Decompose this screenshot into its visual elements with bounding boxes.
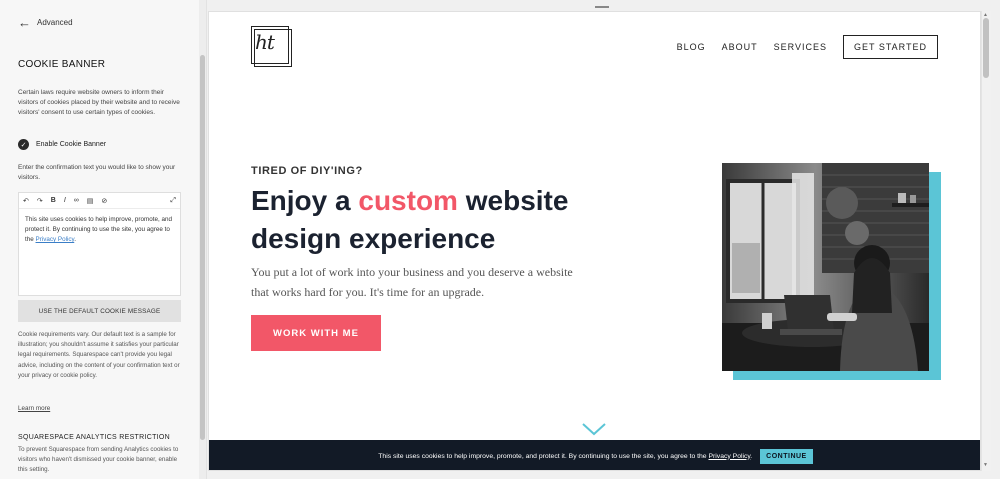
preview-scrollbar-thumb[interactable]: [983, 18, 989, 78]
confirmation-prompt: Enter the confirmation text you would li…: [18, 164, 176, 182]
legal-note: Cookie requirements vary. Our default te…: [18, 331, 180, 379]
expand-icon[interactable]: ⤢: [170, 197, 176, 205]
analytics-restriction-title: SQUARESPACE ANALYTICS RESTRICTION: [18, 434, 171, 441]
logo-text: ht: [255, 30, 275, 54]
panel-scrollbar-thumb[interactable]: [200, 55, 205, 440]
enable-cookie-banner-toggle[interactable]: ✓ Enable Cookie Banner: [18, 139, 106, 150]
checkmark-icon: ✓: [18, 139, 29, 150]
scroll-up-arrow-icon[interactable]: ▲: [983, 12, 988, 18]
editor-content[interactable]: This site uses cookies to help improve, …: [19, 209, 180, 251]
use-default-message-button[interactable]: USE THE DEFAULT COOKIE MESSAGE: [18, 300, 181, 322]
bold-icon[interactable]: B: [51, 197, 56, 204]
cookie-banner: This site uses cookies to help improve, …: [209, 440, 980, 470]
back-label: Advanced: [37, 18, 73, 27]
link-icon[interactable]: ∞: [74, 197, 79, 204]
clear-format-icon[interactable]: ▤: [87, 197, 94, 205]
editor-text-end: .: [74, 236, 76, 244]
nav-services[interactable]: SERVICES: [774, 42, 827, 52]
arrow-left-icon: ←: [18, 15, 31, 30]
learn-more-link[interactable]: Learn more: [18, 405, 50, 412]
headline-accent: custom: [358, 185, 458, 216]
toggle-label: Enable Cookie Banner: [36, 141, 107, 148]
work-with-me-button[interactable]: WORK WITH ME: [251, 315, 381, 351]
get-started-button[interactable]: GET STARTED: [842, 35, 938, 59]
settings-panel: ← Advanced COOKIE BANNER Certain laws re…: [0, 0, 207, 479]
nav-blog[interactable]: BLOG: [677, 42, 706, 52]
panel-description: Certain laws require website owners to i…: [18, 89, 180, 117]
privacy-policy-link[interactable]: Privacy Policy: [36, 236, 75, 243]
panel-title: COOKIE BANNER: [18, 59, 106, 70]
rich-text-editor[interactable]: ↶ ↷ B I ∞ ▤ ⊘ ⤢ This site uses cookies t…: [18, 192, 181, 296]
drag-handle[interactable]: [595, 6, 609, 8]
undo-icon[interactable]: ↶: [23, 197, 29, 205]
redo-icon[interactable]: ↷: [37, 197, 43, 205]
hero-eyebrow: TIRED OF DIY'ING?: [251, 165, 363, 177]
hero-headline: Enjoy a custom website design experience: [251, 185, 569, 255]
cookie-privacy-policy-link[interactable]: Privacy Policy: [708, 453, 750, 460]
preview-scrollbar[interactable]: [981, 11, 991, 471]
scroll-down-chevron-icon[interactable]: [581, 422, 607, 436]
hero-photo: [722, 163, 929, 371]
back-button[interactable]: ← Advanced: [18, 16, 73, 29]
scroll-down-arrow-icon[interactable]: ▼: [983, 462, 988, 468]
site-logo[interactable]: ht: [251, 26, 292, 67]
main-nav: BLOG ABOUT SERVICES GET STARTED: [677, 35, 938, 59]
nav-about[interactable]: ABOUT: [722, 42, 758, 52]
cookie-banner-text: This site uses cookies to help improve, …: [378, 452, 753, 460]
hero-body: You put a lot of work into your business…: [251, 265, 573, 300]
cookie-continue-button[interactable]: CONTINUE: [760, 448, 813, 464]
remove-icon[interactable]: ⊘: [101, 197, 107, 205]
italic-icon[interactable]: I: [64, 197, 66, 204]
analytics-restriction-description: To prevent Squarespace from sending Anal…: [18, 446, 179, 473]
editor-toolbar: ↶ ↷ B I ∞ ▤ ⊘ ⤢: [19, 193, 180, 209]
site-preview: ht BLOG ABOUT SERVICES GET STARTED TIRED…: [208, 11, 981, 471]
